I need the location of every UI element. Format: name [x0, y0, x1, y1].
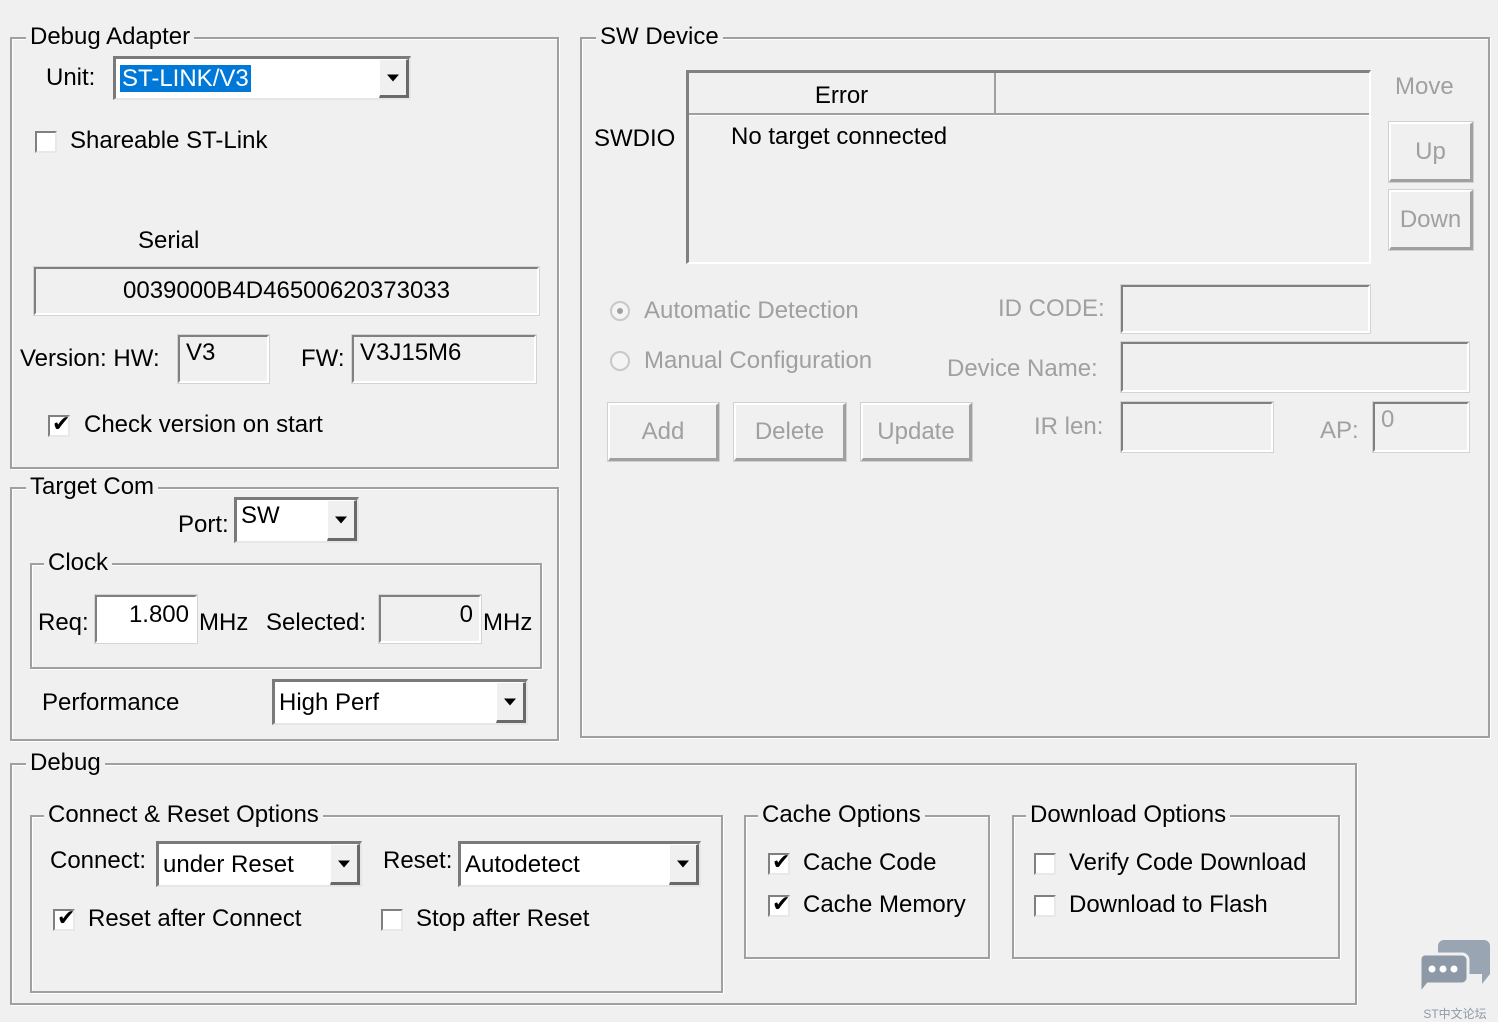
check-version-checkbox[interactable]: ✔	[48, 411, 70, 437]
ap-field[interactable]: 0	[1372, 401, 1470, 453]
connect-label: Connect:	[50, 847, 147, 874]
req-unit-label: MHz	[199, 609, 249, 636]
manual-configuration-radio[interactable]	[610, 351, 630, 371]
performance-select[interactable]: High Perf	[272, 679, 528, 725]
serial-field: 0039000B4D46500620373033	[33, 266, 540, 316]
swdio-label: SWDIO	[594, 125, 676, 152]
port-dropdown-button[interactable]	[327, 500, 357, 541]
unit-select[interactable]: ST-LINK/V3	[113, 56, 411, 100]
device-name-label: Device Name:	[947, 355, 1098, 382]
shareable-checkbox[interactable]	[35, 131, 57, 153]
row-error-cell: No target connected	[731, 123, 948, 150]
download-to-flash-checkbox[interactable]	[1034, 895, 1056, 917]
unit-label: Unit:	[46, 64, 96, 91]
device-list[interactable]: Error No target connected	[686, 70, 1371, 264]
connect-reset-title: Connect & Reset Options	[44, 801, 323, 829]
performance-dropdown-button[interactable]	[496, 682, 526, 723]
cache-code-checkbox[interactable]: ✔	[768, 849, 790, 875]
performance-label: Performance	[42, 689, 180, 716]
cache-options-title: Cache Options	[758, 801, 925, 829]
reset-select[interactable]: Autodetect	[458, 841, 701, 887]
selected-label: Selected:	[266, 609, 367, 636]
connect-select[interactable]: under Reset	[156, 841, 362, 887]
device-list-row[interactable]: No target connected	[731, 123, 947, 151]
chevron-down-icon	[335, 516, 347, 523]
checkmark-icon: ✔	[57, 905, 76, 930]
check-version-label[interactable]: Check version on start	[84, 411, 323, 439]
move-up-button[interactable]: Up	[1388, 121, 1474, 183]
connect-value: under Reset	[163, 850, 294, 878]
performance-value: High Perf	[279, 688, 380, 716]
checkmark-icon: ✔	[52, 411, 71, 436]
device-name-field[interactable]	[1120, 341, 1470, 393]
add-button[interactable]: Add	[607, 402, 720, 462]
ir-len-label: IR len:	[1034, 413, 1104, 440]
version-hw-label: Version: HW:	[20, 345, 160, 372]
checkmark-icon: ✔	[772, 849, 791, 874]
checkmark-icon: ✔	[772, 891, 791, 916]
req-clock-input[interactable]: 1.800	[94, 594, 198, 644]
reset-dropdown-button[interactable]	[669, 844, 699, 885]
reset-label: Reset:	[383, 847, 453, 874]
selected-unit-label: MHz	[483, 609, 533, 636]
port-label: Port:	[178, 511, 229, 538]
watermark-text: ST中文论坛	[1423, 1007, 1487, 1021]
id-code-label: ID CODE:	[998, 295, 1105, 322]
sw-device-title: SW Device	[596, 23, 723, 51]
move-down-button[interactable]: Down	[1388, 189, 1474, 251]
move-label: Move	[1395, 73, 1454, 100]
reset-value: Autodetect	[465, 850, 580, 878]
reset-after-connect-label[interactable]: Reset after Connect	[88, 905, 301, 933]
cache-memory-checkbox[interactable]: ✔	[768, 891, 790, 917]
chevron-down-icon	[338, 860, 350, 867]
column-header-error[interactable]: Error	[689, 73, 996, 113]
req-label: Req:	[38, 609, 89, 636]
port-value: SW	[241, 502, 280, 530]
cache-code-label[interactable]: Cache Code	[803, 849, 936, 877]
chat-bubbles-icon	[1418, 940, 1490, 999]
hw-version-field: V3	[177, 334, 270, 384]
cache-memory-label[interactable]: Cache Memory	[803, 891, 966, 919]
update-button[interactable]: Update	[860, 402, 973, 462]
clock-title: Clock	[44, 549, 113, 577]
debug-adapter-title: Debug Adapter	[26, 23, 195, 51]
ir-len-field[interactable]	[1120, 401, 1274, 453]
reset-after-connect-checkbox[interactable]: ✔	[53, 905, 75, 931]
chevron-down-icon	[504, 698, 516, 705]
cache-options-group: Cache Options	[744, 801, 990, 959]
shareable-label[interactable]: Shareable ST-Link	[70, 127, 267, 155]
ap-label: AP:	[1320, 417, 1359, 444]
radio-dot-icon	[617, 308, 623, 314]
download-options-title: Download Options	[1026, 801, 1231, 829]
device-list-header: Error	[689, 73, 1369, 115]
column-header-empty[interactable]	[998, 73, 1369, 113]
chevron-down-icon	[387, 74, 399, 81]
debug-adapter-group: Debug Adapter	[10, 23, 559, 469]
fw-label: FW:	[301, 345, 345, 372]
automatic-detection-radio[interactable]	[610, 301, 630, 321]
selected-clock-field: 0	[378, 594, 482, 644]
forum-watermark: ST中文论坛	[1418, 936, 1492, 1021]
unit-dropdown-button[interactable]	[379, 59, 409, 98]
target-com-title: Target Com	[26, 473, 159, 501]
verify-code-download-checkbox[interactable]	[1034, 853, 1056, 875]
serial-label: Serial	[138, 227, 200, 254]
delete-button[interactable]: Delete	[733, 402, 847, 462]
unit-value: ST-LINK/V3	[120, 64, 251, 92]
stop-after-reset-checkbox[interactable]	[381, 909, 403, 931]
automatic-detection-label[interactable]: Automatic Detection	[644, 297, 859, 325]
debug-title: Debug	[26, 749, 105, 777]
chevron-down-icon	[677, 860, 689, 867]
fw-version-field: V3J15M6	[351, 334, 537, 384]
port-select[interactable]: SW	[234, 497, 359, 543]
connect-dropdown-button[interactable]	[330, 844, 360, 885]
download-to-flash-label[interactable]: Download to Flash	[1069, 891, 1268, 919]
verify-code-download-label[interactable]: Verify Code Download	[1069, 849, 1329, 877]
manual-configuration-label[interactable]: Manual Configuration	[644, 347, 872, 375]
id-code-field[interactable]	[1120, 284, 1371, 334]
download-options-group: Download Options	[1012, 801, 1340, 959]
stop-after-reset-label[interactable]: Stop after Reset	[416, 905, 589, 933]
